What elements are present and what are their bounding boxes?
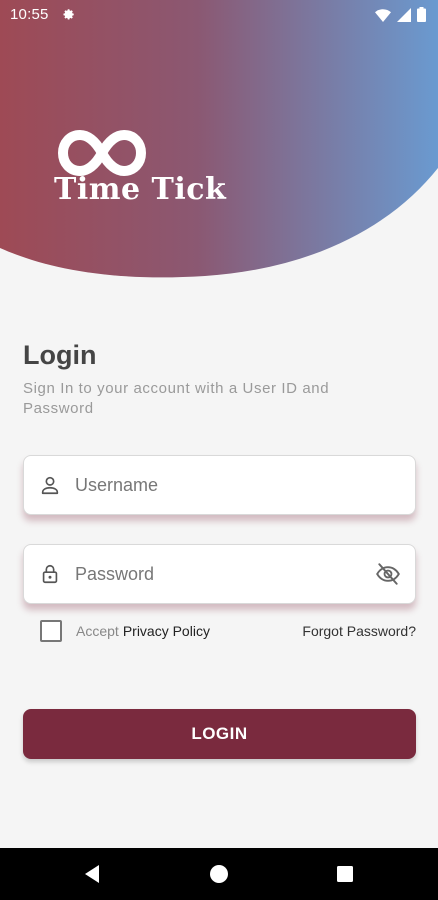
status-time: 10:55 [10,6,49,23]
accept-privacy-row: Accept Privacy Policy [40,620,210,642]
infinity-icon [58,130,146,176]
back-icon[interactable] [80,862,104,886]
recents-icon[interactable] [333,862,357,886]
page-title: Login [23,340,97,370]
password-field[interactable] [23,544,416,604]
password-input[interactable] [75,554,375,594]
app-name: Time Tick [54,172,227,207]
accept-label: Accept [76,623,119,639]
home-icon[interactable] [207,862,231,886]
wifi-icon [375,8,391,22]
status-bar: 10:55 [0,0,438,30]
gear-icon [63,9,74,20]
username-input[interactable] [75,465,415,505]
signal-icon [397,7,411,22]
page-subtitle: Sign In to your account with a User ID a… [23,380,330,417]
privacy-policy-link[interactable]: Privacy Policy [123,623,210,639]
battery-icon [417,7,426,22]
forgot-password-link[interactable]: Forgot Password? [302,623,416,639]
lock-icon [42,564,58,584]
login-button[interactable]: LOGIN [23,709,416,759]
navigation-bar [0,848,438,900]
status-icons [375,7,426,22]
accept-checkbox[interactable] [40,620,62,642]
eye-off-icon[interactable] [375,561,401,587]
username-field[interactable] [23,455,416,515]
app-logo: Time Tick [54,128,234,213]
user-icon [41,476,59,495]
